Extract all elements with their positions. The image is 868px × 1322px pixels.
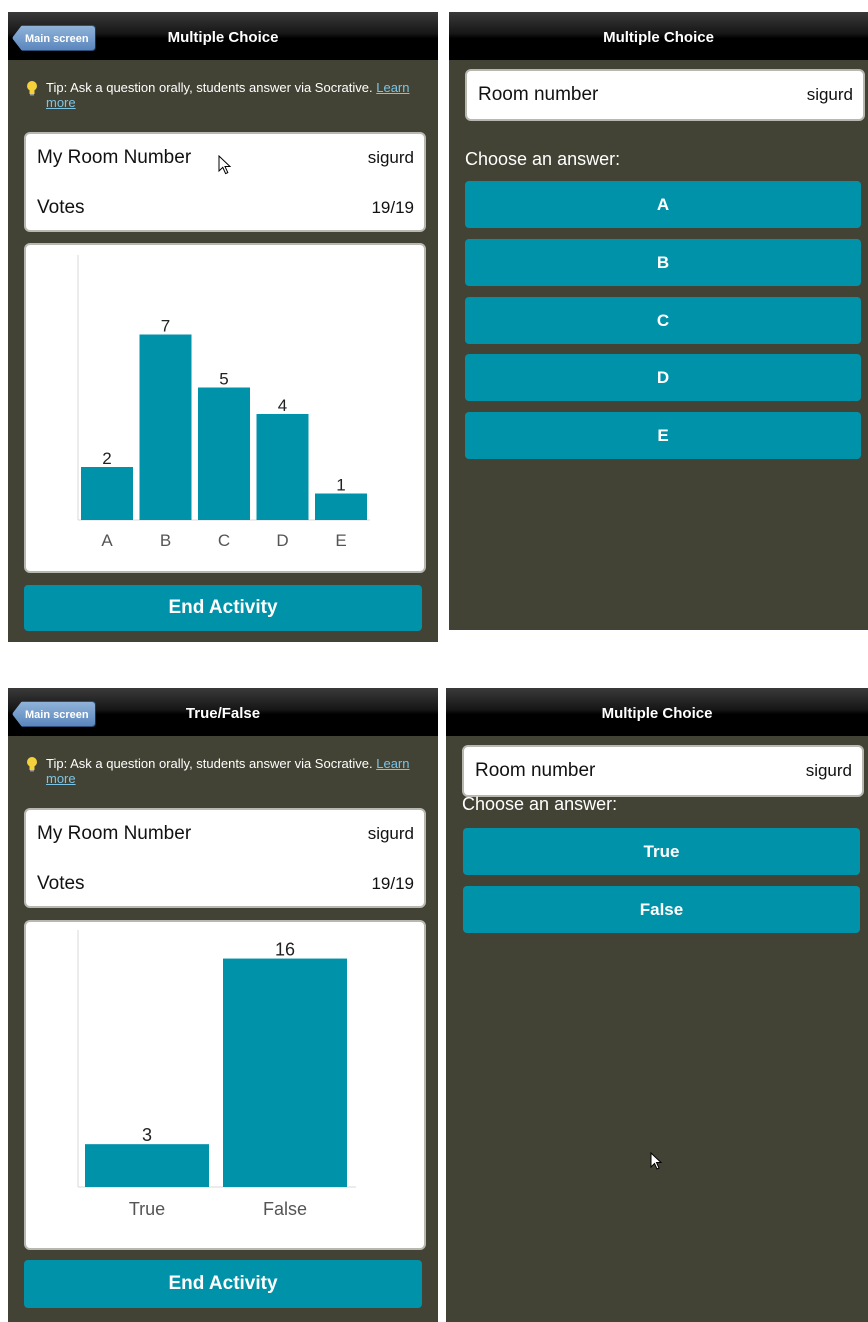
answer-button-false[interactable]: False [463,886,860,933]
end-activity-button[interactable]: End Activity [24,1260,422,1308]
title-bar: Multiple Choice [446,688,868,736]
end-activity-button[interactable]: End Activity [24,585,422,631]
title-bar: Multiple Choice Main screen [8,12,438,60]
title-bar: Multiple Choice [449,12,868,60]
answer-button-c[interactable]: C [465,297,861,344]
answer-button-d[interactable]: D [465,354,861,401]
room-number-card: Room number sigurd [462,745,864,797]
chart-bar-true [85,1144,209,1187]
title-bar: True/False Main screen [8,688,438,736]
bar-value-label: 5 [219,370,228,389]
answer-button-true[interactable]: True [463,828,860,875]
chart-bar-e [315,493,367,520]
bar-value-label: 2 [102,449,111,468]
room-number-value: sigurd [806,85,853,104]
chart-bar-b [139,334,192,520]
room-number-label: Room number [475,760,596,781]
results-chart-card: 2 A 7 B 5 C 4 D 1 E [24,243,426,573]
answer-button-e[interactable]: E [465,412,861,459]
room-info-card: My Room Number sigurd Votes 19/19 [24,132,426,232]
teacher-tf-screen: True/False Main screen Tip: Ask a questi… [8,688,438,1322]
room-number-value: sigurd [367,148,414,167]
results-bar-chart: 3 True 16 False [77,930,356,1219]
student-tf-screen: Multiple Choice Room number sigurd Choos… [446,688,868,1322]
teacher-mc-screen: Multiple Choice Main screen Tip: Ask a q… [8,12,438,642]
student-mc-screen: Multiple Choice Room number sigurd Choos… [449,12,868,630]
category-label: C [218,531,230,550]
category-label: False [263,1199,307,1219]
bar-value-label: 7 [161,317,170,336]
bar-value-label: 4 [278,396,287,415]
category-label: E [335,531,346,550]
chart-bar-a [81,467,133,520]
chart-bar-d [256,414,309,520]
votes-label: Votes [37,873,85,894]
votes-value: 19/19 [371,198,414,217]
mouse-cursor-icon [218,155,232,175]
bar-value-label: 1 [336,476,345,495]
mouse-cursor-icon [650,1152,662,1170]
bar-value-label: 16 [275,940,295,960]
answer-button-a[interactable]: A [465,181,861,228]
screen-title: Multiple Choice [601,705,713,722]
answer-button-b[interactable]: B [465,239,861,286]
screen-title: Multiple Choice [603,29,714,46]
lightbulb-icon [27,81,37,96]
choose-answer-label: Choose an answer: [465,149,621,169]
bar-value-label: 3 [142,1125,152,1145]
tip-message: Tip: Ask a question orally, students ans… [46,756,373,771]
tip-message: Tip: Ask a question orally, students ans… [46,80,373,95]
choose-answer-label: Choose an answer: [462,794,618,814]
main-screen-button[interactable]: Main screen [12,701,96,727]
category-label: True [129,1199,165,1219]
room-info-card: My Room Number sigurd Votes 19/19 [24,808,426,908]
category-label: A [101,531,113,550]
chart-bar-false [223,958,347,1187]
room-number-label: Room number [478,84,599,105]
votes-value: 19/19 [371,874,414,893]
results-bar-chart: 2 A 7 B 5 C 4 D 1 E [77,255,370,550]
main-screen-button[interactable]: Main screen [12,25,96,51]
room-number-label: My Room Number [37,147,192,168]
chart-bar-c [198,387,250,520]
votes-label: Votes [37,197,85,218]
room-number-card: Room number sigurd [465,69,865,121]
room-number-label: My Room Number [37,823,192,844]
lightbulb-icon [27,757,37,772]
room-number-value: sigurd [805,761,852,780]
category-label: B [160,531,171,550]
tip-text: Tip: Ask a question orally, students ans… [24,756,422,786]
tip-text: Tip: Ask a question orally, students ans… [24,80,422,110]
room-number-value: sigurd [367,824,414,843]
results-chart-card: 3 True 16 False [24,920,426,1250]
category-label: D [276,531,288,550]
